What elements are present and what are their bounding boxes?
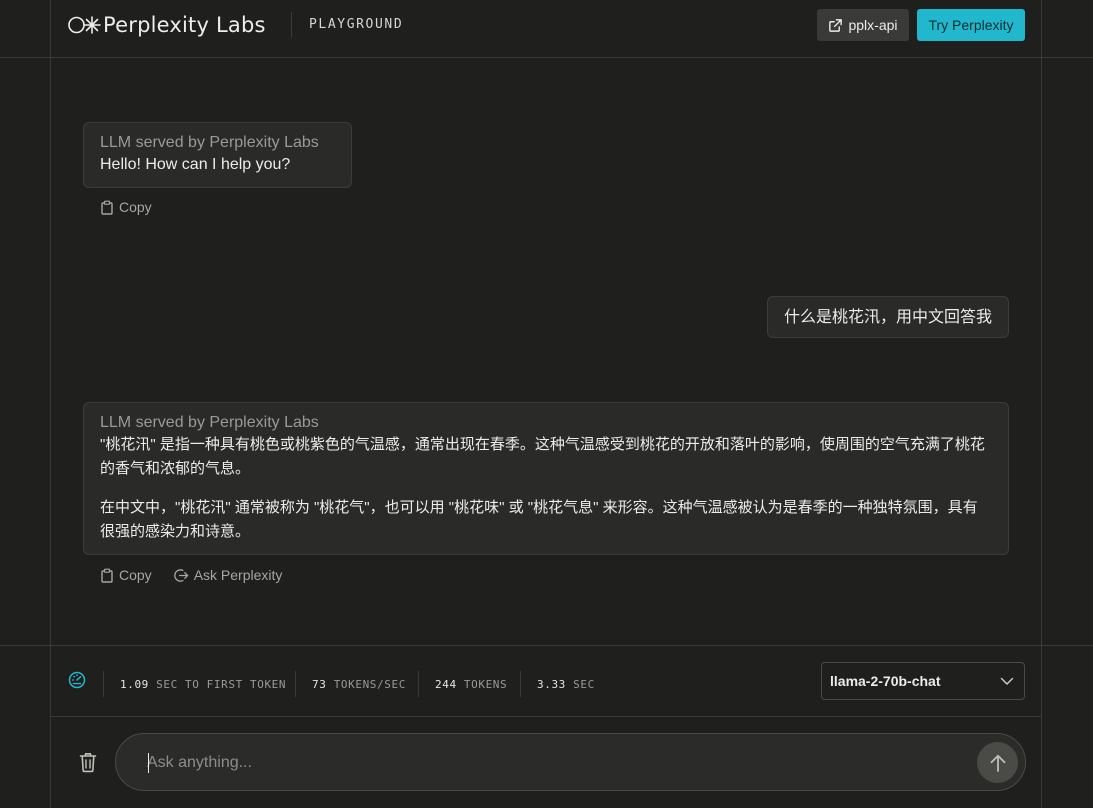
message-source: LLM served by Perplexity Labs xyxy=(100,134,319,151)
stats-bar: 1.09 SEC TO FIRST TOKEN 73 TOKENS/SEC 24… xyxy=(51,646,1041,716)
stat-separator xyxy=(418,671,419,697)
assistant-message-2: LLM served by Perplexity Labs "桃花汛" 是指一种… xyxy=(83,402,1009,555)
message-paragraph: 在中文中，"桃花汛" 通常被称为 "桃花气"，也可以用 "桃花味" 或 "桃花气… xyxy=(100,499,978,540)
assistant-message-1: LLM served by Perplexity Labs Hello! How… xyxy=(83,122,352,188)
section-label: PLAYGROUND xyxy=(309,17,404,32)
top-header: Perplexity Labs PLAYGROUND pplx-api Try … xyxy=(51,0,1041,57)
share-arrow-icon xyxy=(173,568,188,582)
stat-label: SEC xyxy=(573,678,595,691)
stat-tokens-per-sec: 73 TOKENS/SEC xyxy=(312,678,406,691)
ask-perplexity-label: Ask Perplexity xyxy=(193,567,283,583)
stat-label: TOKENS xyxy=(463,678,508,691)
clipboard-icon xyxy=(101,200,113,215)
message-source: LLM served by Perplexity Labs xyxy=(100,414,319,431)
stat-first-token: 1.09 SEC TO FIRST TOKEN xyxy=(120,678,286,691)
stat-label: TOKENS/SEC xyxy=(333,678,406,691)
message-text: 什么是桃花汛，用中文回答我 xyxy=(784,309,993,326)
message-text: Hello! How can I help you? xyxy=(100,156,291,173)
ask-box xyxy=(115,733,1026,791)
message-1-actions: Copy xyxy=(100,199,152,215)
stat-label: SEC TO FIRST TOKEN xyxy=(156,678,287,691)
stat-value: 244 xyxy=(435,678,457,691)
chevron-down-icon xyxy=(1000,677,1014,685)
pplx-api-label: pplx-api xyxy=(848,17,898,33)
arrow-up-icon xyxy=(990,754,1005,772)
stat-value: 3.33 xyxy=(537,678,566,691)
stat-separator xyxy=(520,671,521,697)
stat-separator xyxy=(103,671,104,697)
brand-divider xyxy=(291,12,292,38)
stat-value: 73 xyxy=(312,678,327,691)
copy-button[interactable]: Copy xyxy=(100,199,152,215)
text-caret xyxy=(148,753,149,773)
stat-seconds: 3.33 SEC xyxy=(537,678,595,691)
stats-bottom-divider xyxy=(50,716,1042,717)
speedometer-icon xyxy=(68,671,86,689)
frame-right-border xyxy=(1041,0,1042,808)
stat-tokens: 244 TOKENS xyxy=(435,678,507,691)
copy-label: Copy xyxy=(119,199,152,215)
message-paragraph: "桃花汛" 是指一种具有桃色或桃紫色的气温感，通常出现在春季。这种气温感受到桃花… xyxy=(100,436,985,477)
clear-chat-button[interactable] xyxy=(75,749,101,775)
pplx-api-button[interactable]: pplx-api xyxy=(817,9,909,41)
send-button[interactable] xyxy=(977,742,1018,783)
copy-label: Copy xyxy=(119,567,152,583)
trash-icon xyxy=(79,753,97,773)
try-perplexity-button[interactable]: Try Perplexity xyxy=(917,9,1025,41)
user-message: 什么是桃花汛，用中文回答我 xyxy=(767,296,1009,338)
message-2-actions: Copy Ask Perplexity xyxy=(100,567,282,583)
stat-separator xyxy=(295,671,296,697)
header-divider xyxy=(0,57,1093,58)
brand-name: Perplexity Labs xyxy=(103,13,266,37)
copy-button[interactable]: Copy xyxy=(100,567,152,583)
clipboard-icon xyxy=(101,568,113,583)
brand[interactable]: Perplexity Labs xyxy=(67,12,266,38)
ask-perplexity-button[interactable]: Ask Perplexity xyxy=(173,567,283,583)
perplexity-logo-icon xyxy=(68,16,101,34)
stat-value: 1.09 xyxy=(120,678,149,691)
ask-input[interactable] xyxy=(147,750,947,776)
model-selected-label: llama-2-70b-chat xyxy=(830,673,941,689)
external-link-icon xyxy=(829,18,843,32)
model-select[interactable]: llama-2-70b-chat xyxy=(821,662,1025,700)
